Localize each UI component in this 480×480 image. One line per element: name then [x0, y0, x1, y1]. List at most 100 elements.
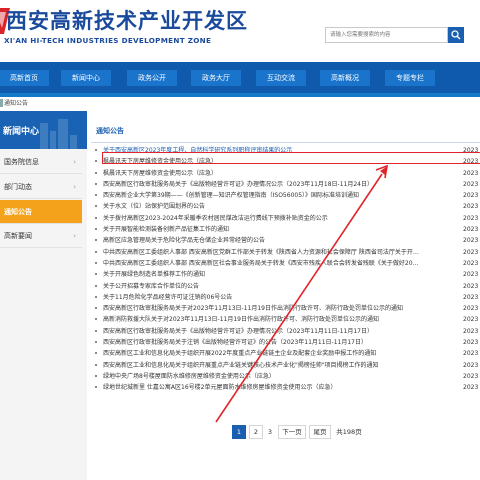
article-date: 2023 [463, 248, 479, 256]
list-item[interactable]: 关于公开招募专家库合作单位的公告 2023 [91, 281, 480, 292]
list-item[interactable]: 关于开展智能检测装备创新产品征集工作的通知 2023 [91, 224, 480, 235]
article-link[interactable]: 绿地世纪城新里 仕嘉公寓A区16号楼2单元屋面防水维修房屋维修资金使用公示（应急… [103, 382, 458, 393]
list-item[interactable]: 绿地中央广场8号楼屋面防水维修房屋维修资金使用公示（应急） 2023 [91, 371, 480, 382]
article-date: 2023 [463, 384, 479, 392]
article-date: 2023 [463, 180, 479, 188]
article-link[interactable]: 西安高新区行政审批服务局关于《出版物经营许可证》办理情况公示（2023年11月1… [103, 179, 458, 190]
site-subtitle: XI'AN HI-TECH INDUSTRIES DEVELOPMENT ZON… [4, 36, 212, 45]
article-link[interactable]: 西安高新区工业和信息化局关于组织开展重点产业链关键核心技术产业化"揭榜挂帅"项目… [103, 360, 458, 371]
article-date: 2023 [463, 214, 479, 222]
list-item[interactable]: 关于11月危险化学品经营许可证注销的06号公告 2023 [91, 292, 480, 303]
bullet-icon [95, 194, 97, 197]
sidebar-item-state-council[interactable]: 国务院信息 › [0, 150, 82, 174]
list-item[interactable]: 中共西安高新区工委组织人事部 西安高新区社会事业服务局关于转发《西安市残疾人联合… [91, 258, 480, 269]
list-item[interactable]: 高新区应急管理局关于危险化学品无仓储企业异常经营的公告 2023 [91, 235, 480, 246]
list-item[interactable]: 西安高新区工业和信息化局关于组织开展重点产业链关键核心技术产业化"揭榜挂帅"项目… [91, 360, 480, 371]
list-item[interactable]: 西安高新区行政审批服务局关于注销《出版物经营许可证》的公告（2023年11月11… [91, 337, 480, 348]
bullet-icon [95, 374, 97, 377]
bullet-icon [95, 307, 97, 310]
bullet-icon [95, 329, 97, 332]
sidebar-item-hitech-news[interactable]: 高新要闻 › [0, 224, 82, 248]
nav-item-home[interactable]: 高新首页 [0, 70, 49, 86]
article-date: 2023 [463, 282, 479, 290]
article-link[interactable]: 关于拨付高新区2023-2024年采暖季农村居民煤改洁运行费线下预拨补贴资金的公… [103, 213, 458, 224]
article-link[interactable]: 关于水文（位）站保护范围划界的公告 [103, 201, 458, 212]
article-link[interactable]: 关于西安高新区2023年度工程、自然科学研究系列职称评审结果的公示 [103, 145, 458, 156]
last-page-button[interactable]: 尾页 [309, 425, 331, 439]
list-item[interactable]: 枫晨讯天下房屋维修资金使用公示（应急） 2023 [91, 168, 480, 179]
bullet-icon [95, 386, 97, 389]
list-item[interactable]: 西安高新区行政审批服务局关于对2023年11月13日-11月19日作出消防行政许… [91, 303, 480, 314]
search-box [325, 27, 448, 43]
list-item[interactable]: 枫晨讯天下房屋维修资金使用公示（应急） 2023 [91, 156, 480, 167]
list-item[interactable]: 西安高新区工业和信息化局关于组织开展2022年度重点产业链链主企业及配套企业奖励… [91, 348, 480, 359]
article-link[interactable]: 西安高新企业大学第39期——《创新管理—知识产权管理指南（ISO56005）》国… [103, 190, 458, 201]
section-title: 通知公告 [96, 127, 124, 135]
sidebar-item-notices[interactable]: 通知公告 [0, 200, 82, 224]
list-item[interactable]: 绿地世纪城新里 仕嘉公寓A区16号楼2单元屋面防水维修房屋维修资金使用公示（应急… [91, 382, 480, 393]
article-date: 2023 [463, 339, 479, 347]
page-button-3[interactable]: 3 [264, 425, 276, 439]
search-icon [451, 30, 461, 40]
bullet-icon [95, 295, 97, 298]
list-item[interactable]: 中共西安高新区工委组织人事部 西安高新区党群工作部关于转发《陕西省人力资源和社会… [91, 247, 480, 258]
search-button[interactable] [448, 27, 464, 43]
home-icon[interactable] [0, 99, 3, 107]
article-date: 2023 [463, 147, 479, 154]
list-item[interactable]: 关于开展绿色制造名单推荐工作的通知 2023 [91, 269, 480, 280]
article-link[interactable]: 高新区应急管理局关于危险化学品无仓储企业异常经营的公告 [103, 235, 458, 246]
article-link[interactable]: 高新消防救援大队关于对2023年11月13日-11月19日作出消防行政许可、消防… [103, 314, 458, 325]
sidebar-item-label: 部门动态 [4, 183, 32, 191]
article-link[interactable]: 西安高新区行政审批服务局关于《出版物经营许可证》办理情况公示（2023年11月1… [103, 326, 458, 337]
article-date: 2023 [463, 361, 479, 369]
skyline-graphic [50, 131, 56, 149]
sidebar-item-label: 通知公告 [4, 208, 32, 216]
list-item[interactable]: 西安高新区行政审批服务局关于《出版物经营许可证》办理情况公示（2023年11月1… [91, 326, 480, 337]
article-link[interactable]: 中共西安高新区工委组织人事部 西安高新区社会事业服务局关于转发《西安市残疾人联合… [103, 258, 458, 269]
list-item[interactable]: 高新消防救援大队关于对2023年11月13日-11月19日作出消防行政许可、消防… [91, 314, 480, 325]
page-button-2[interactable]: 2 [249, 425, 263, 439]
nav-item-gov-open[interactable]: 政务公开 [127, 70, 177, 86]
article-date: 2023 [463, 271, 479, 279]
article-link[interactable]: 中共西安高新区工委组织人事部 西安高新区党群工作部关于转发《陕西省人力资源和社会… [103, 247, 458, 258]
nav-item-topics[interactable]: 专题专栏 [385, 70, 435, 86]
bullet-icon [95, 273, 97, 276]
bullet-icon [95, 352, 97, 355]
site-title[interactable]: 西安高新技术产业开发区 [6, 5, 248, 35]
article-link[interactable]: 关于开展智能检测装备创新产品征集工作的通知 [103, 224, 458, 235]
bullet-icon [95, 261, 97, 264]
article-list: 关于西安高新区2023年度工程、自然科学研究系列职称评审结果的公示 2023 枫晨… [91, 145, 480, 394]
nav-item-gov-hall[interactable]: 政务大厅 [191, 70, 241, 86]
list-item[interactable]: 西安高新企业大学第39期——《创新管理—知识产权管理指南（ISO56005）》国… [91, 190, 480, 201]
article-link[interactable]: 枫晨讯天下房屋维修资金使用公示（应急） [103, 156, 458, 167]
bullet-icon [95, 149, 97, 151]
article-link[interactable]: 西安高新区行政审批服务局关于注销《出版物经营许可证》的公告（2023年11月11… [103, 337, 458, 348]
total-pages-label: 共198页 [334, 425, 364, 439]
nav-item-overview[interactable]: 高新概况 [320, 70, 370, 86]
main-content: 通知公告 关于西安高新区2023年度工程、自然科学研究系列职称评审结果的公示 20… [91, 111, 480, 480]
nav-item-interact[interactable]: 互动交流 [256, 70, 306, 86]
next-page-button[interactable]: 下一页 [278, 425, 306, 439]
page-button-1[interactable]: 1 [232, 425, 246, 439]
skyline-graphic [58, 119, 68, 149]
article-link[interactable]: 关于公开招募专家库合作单位的公告 [103, 281, 458, 292]
search-input[interactable] [326, 28, 447, 42]
article-link[interactable]: 西安高新区行政审批服务局关于对2023年11月13日-11月19日作出消防行政许… [103, 303, 458, 314]
article-link[interactable]: 枫晨讯天下房屋维修资金使用公示（应急） [103, 168, 458, 179]
nav-item-news[interactable]: 新闻中心 [61, 70, 111, 86]
main-nav: 高新首页 新闻中心 政务公开 政务大厅 互动交流 高新概况 专题专栏 [0, 62, 480, 97]
article-date: 2023 [463, 203, 479, 211]
article-link[interactable]: 绿地中央广场8号楼屋面防水维修房屋维修资金使用公示（应急） [103, 371, 458, 382]
article-link[interactable]: 关于11月危险化学品经营许可证注销的06号公告 [103, 292, 458, 303]
sidebar: 新闻中心 国务院信息 › 部门动态 › 通知公告 高新要闻 › [0, 111, 87, 480]
article-link[interactable]: 关于开展绿色制造名单推荐工作的通知 [103, 269, 458, 280]
sidebar-item-dept-news[interactable]: 部门动态 › [0, 175, 82, 199]
breadcrumb-current[interactable]: 通知公告 [4, 98, 28, 110]
list-item[interactable]: 关于水文（位）站保护范围划界的公告 2023 [91, 201, 480, 212]
list-item[interactable]: 关于拨付高新区2023-2024年采暖季农村居民煤改洁运行费线下预拨补贴资金的公… [91, 213, 480, 224]
article-link[interactable]: 西安高新区工业和信息化局关于组织开展2022年度重点产业链链主企业及配套企业奖励… [103, 348, 458, 359]
bullet-icon [95, 228, 97, 231]
list-item[interactable]: 关于西安高新区2023年度工程、自然科学研究系列职称评审结果的公示 2023 [91, 145, 480, 156]
list-item[interactable]: 西安高新区行政审批服务局关于《出版物经营许可证》办理情况公示（2023年11月1… [91, 179, 480, 190]
bullet-icon [95, 318, 97, 321]
